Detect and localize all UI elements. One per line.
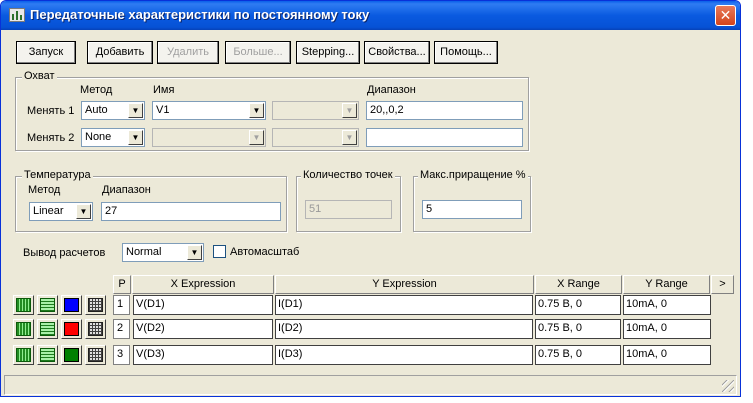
x-range-cell[interactable]: 0.75 B, 0 bbox=[535, 319, 621, 339]
autoscale-label: Автомасштаб bbox=[230, 246, 300, 258]
row-number: 2 bbox=[113, 319, 130, 339]
sweep2-range-field[interactable] bbox=[366, 128, 523, 147]
help-button[interactable]: Помощь... bbox=[434, 41, 498, 64]
chevron-down-icon: ▼ bbox=[249, 130, 264, 145]
more-button[interactable]: Больше... bbox=[225, 41, 291, 64]
sweep1-method-select[interactable]: Auto ▼ bbox=[81, 101, 145, 120]
temperature-range-label: Диапазон bbox=[102, 184, 151, 196]
y-range-cell[interactable]: 10mA, 0 bbox=[623, 319, 711, 339]
delete-button[interactable]: Удалить bbox=[157, 41, 219, 64]
color-swatch bbox=[64, 322, 79, 336]
output-mode-select[interactable]: Normal ▼ bbox=[122, 243, 204, 262]
header-y-expression: Y Expression bbox=[275, 275, 534, 294]
app-icon bbox=[9, 8, 25, 22]
points-field: 51 bbox=[305, 200, 392, 219]
y-expression-cell[interactable]: I(D1) bbox=[275, 295, 533, 315]
sweep2-method-select[interactable]: None ▼ bbox=[81, 128, 145, 147]
lines-toggle-button[interactable] bbox=[37, 295, 58, 315]
temperature-method-select[interactable]: Linear ▼ bbox=[29, 202, 93, 221]
grid-icon bbox=[88, 348, 103, 362]
close-button[interactable]: ✕ bbox=[715, 5, 736, 26]
bars-toggle-button[interactable] bbox=[13, 319, 34, 339]
header-x-expression: X Expression bbox=[132, 275, 274, 294]
chevron-down-icon[interactable]: ▼ bbox=[249, 103, 264, 118]
horizontal-lines-icon bbox=[40, 322, 55, 336]
properties-button[interactable]: Свойства... bbox=[364, 41, 430, 64]
chevron-down-icon: ▼ bbox=[342, 103, 357, 118]
grid-toggle-button[interactable] bbox=[85, 345, 106, 365]
chevron-down-icon[interactable]: ▼ bbox=[128, 130, 143, 145]
y-expression-cell[interactable]: I(D3) bbox=[275, 345, 533, 365]
temperature-group: Температура Метод Диапазон Linear ▼ 27 bbox=[15, 169, 287, 232]
lines-toggle-button[interactable] bbox=[37, 345, 58, 365]
x-expression-cell[interactable]: V(D1) bbox=[133, 295, 273, 315]
sweep1-range-field[interactable]: 20,,0,2 bbox=[366, 101, 523, 120]
horizontal-lines-icon bbox=[40, 348, 55, 362]
scroll-right-button[interactable]: > bbox=[711, 275, 734, 294]
chevron-down-icon[interactable]: ▼ bbox=[187, 245, 202, 260]
sweep-name-header: Имя bbox=[153, 84, 175, 96]
grid-icon bbox=[88, 322, 103, 336]
vertical-bars-icon bbox=[16, 298, 31, 312]
header-y-range: Y Range bbox=[623, 275, 710, 294]
sweep2-label: Менять 2 bbox=[27, 132, 75, 144]
autoscale-checkbox[interactable] bbox=[213, 245, 226, 258]
color-button[interactable] bbox=[61, 345, 82, 365]
max-step-title: Макс.приращение % bbox=[418, 169, 528, 181]
dialog-window: Передаточные характеристики по постоянно… bbox=[0, 0, 741, 397]
header-p: P bbox=[113, 275, 131, 294]
color-button[interactable] bbox=[61, 295, 82, 315]
chevron-down-icon[interactable]: ▼ bbox=[128, 103, 143, 118]
x-range-cell[interactable]: 0.75 B, 0 bbox=[535, 295, 621, 315]
sweep1-extra-select: ▼ bbox=[272, 101, 359, 120]
grid-toggle-button[interactable] bbox=[85, 319, 106, 339]
bars-toggle-button[interactable] bbox=[13, 345, 34, 365]
stepping-button[interactable]: Stepping... bbox=[296, 41, 360, 64]
chevron-down-icon[interactable]: ▼ bbox=[76, 204, 91, 219]
temperature-method-label: Метод bbox=[28, 184, 61, 196]
temperature-title: Температура bbox=[22, 169, 93, 181]
sweep-title: Охват bbox=[22, 70, 57, 82]
sweep1-name-select[interactable]: V1 ▼ bbox=[152, 101, 266, 120]
sweep-method-header: Метод bbox=[80, 84, 113, 96]
add-button[interactable]: Добавить bbox=[87, 41, 153, 64]
points-group: Количество точек 51 bbox=[296, 169, 401, 232]
header-x-range: X Range bbox=[535, 275, 622, 294]
y-range-cell[interactable]: 10mA, 0 bbox=[623, 295, 711, 315]
x-expression-cell[interactable]: V(D3) bbox=[133, 345, 273, 365]
sweep-group: Охват Метод Имя Диапазон Менять 1 Auto ▼… bbox=[15, 70, 529, 151]
vertical-bars-icon bbox=[16, 348, 31, 362]
grid-icon bbox=[88, 298, 103, 312]
color-swatch bbox=[64, 298, 79, 312]
chevron-down-icon: ▼ bbox=[342, 130, 357, 145]
max-step-field[interactable]: 5 bbox=[422, 200, 522, 219]
sweep1-label: Менять 1 bbox=[27, 105, 75, 117]
sweep2-name-select: ▼ bbox=[152, 128, 266, 147]
row-number: 1 bbox=[113, 295, 130, 315]
vertical-bars-icon bbox=[16, 322, 31, 336]
max-step-group: Макс.приращение % 5 bbox=[413, 169, 531, 232]
y-expression-cell[interactable]: I(D2) bbox=[275, 319, 533, 339]
points-title: Количество точек bbox=[301, 169, 395, 181]
run-button[interactable]: Запуск bbox=[16, 41, 76, 64]
bars-toggle-button[interactable] bbox=[13, 295, 34, 315]
output-label: Вывод расчетов bbox=[23, 247, 106, 259]
grid-toggle-button[interactable] bbox=[85, 295, 106, 315]
status-bar bbox=[4, 375, 737, 395]
window-title: Передаточные характеристики по постоянно… bbox=[30, 7, 370, 22]
temperature-range-field[interactable]: 27 bbox=[101, 202, 281, 221]
y-range-cell[interactable]: 10mA, 0 bbox=[623, 345, 711, 365]
color-button[interactable] bbox=[61, 319, 82, 339]
resize-grip-icon[interactable] bbox=[722, 380, 734, 392]
color-swatch bbox=[64, 348, 79, 362]
lines-toggle-button[interactable] bbox=[37, 319, 58, 339]
horizontal-lines-icon bbox=[40, 298, 55, 312]
sweep-range-header: Диапазон bbox=[367, 84, 416, 96]
title-bar[interactable]: Передаточные характеристики по постоянно… bbox=[1, 1, 740, 30]
x-expression-cell[interactable]: V(D2) bbox=[133, 319, 273, 339]
row-number: 3 bbox=[113, 345, 130, 365]
sweep2-extra-select: ▼ bbox=[272, 128, 359, 147]
x-range-cell[interactable]: 0.75 B, 0 bbox=[535, 345, 621, 365]
